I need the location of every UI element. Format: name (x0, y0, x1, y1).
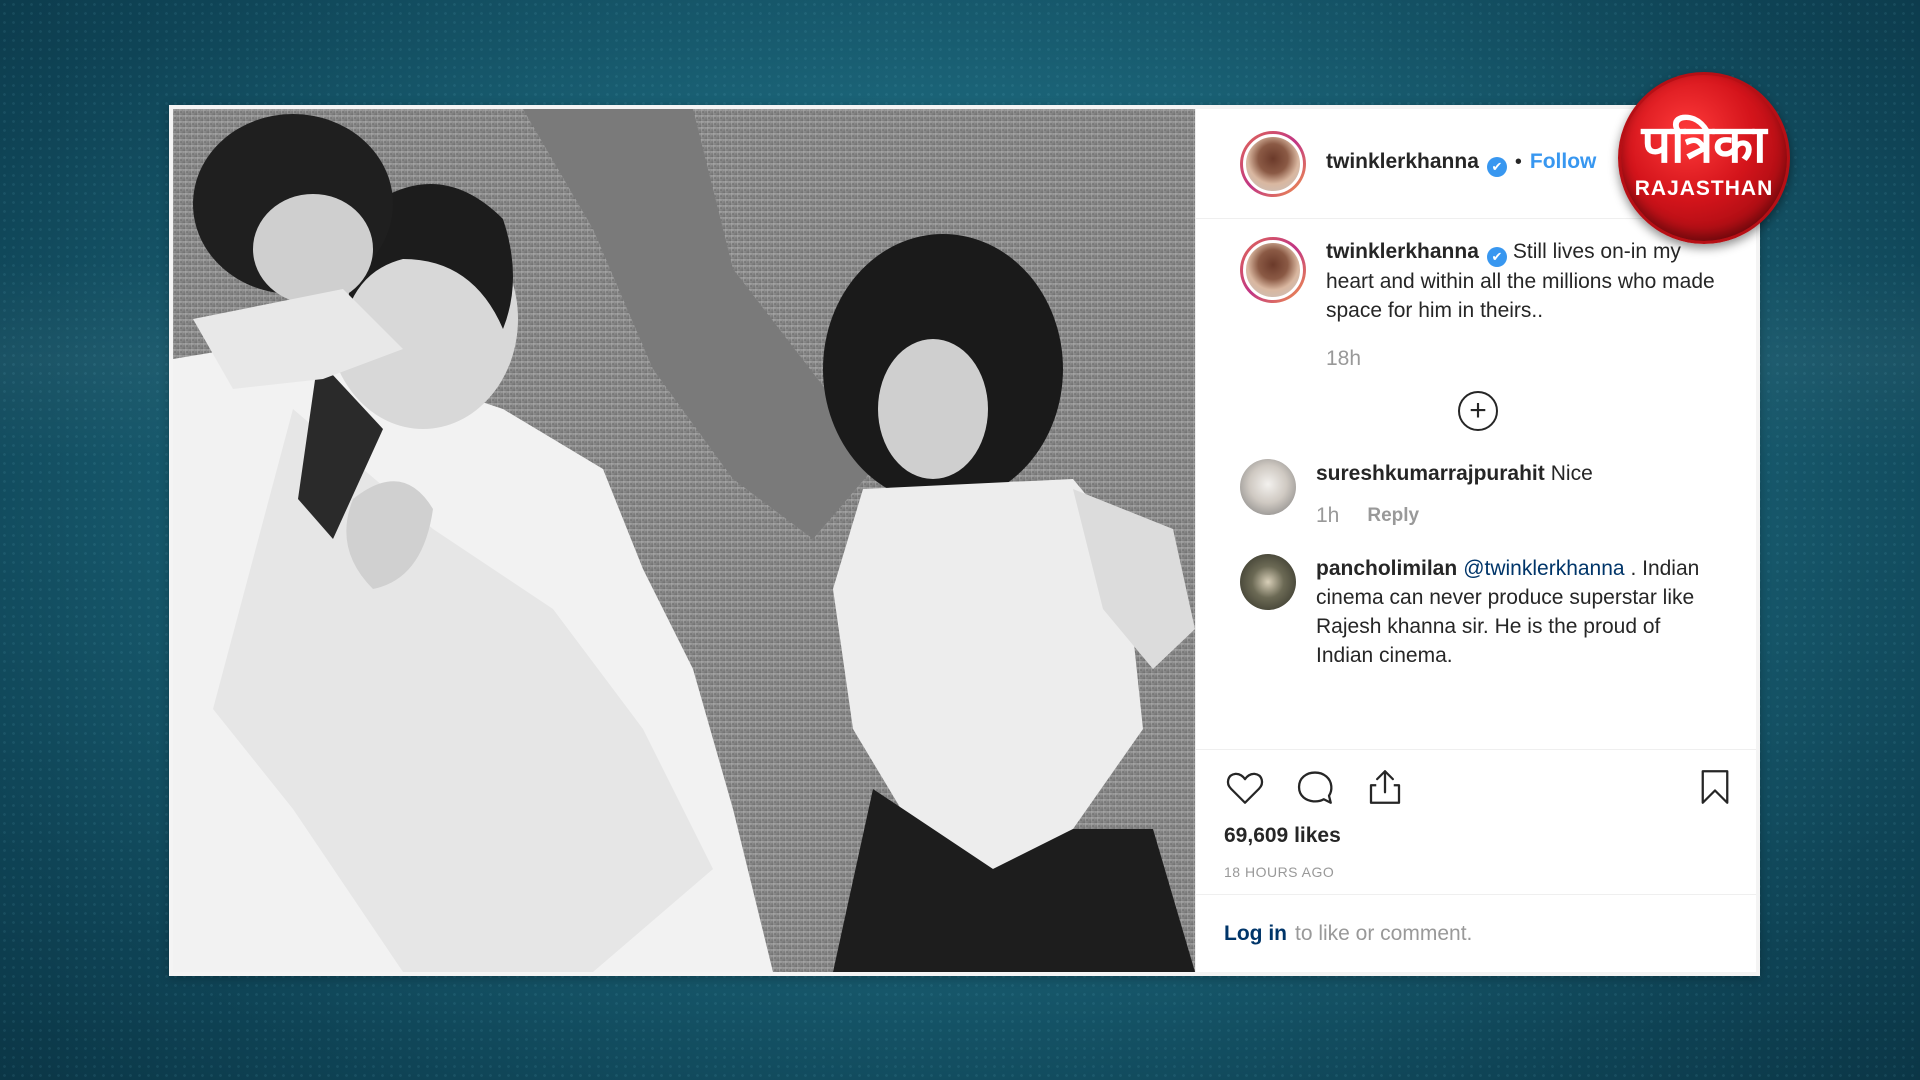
login-link[interactable]: Log in (1224, 922, 1287, 946)
follow-button[interactable]: Follow (1530, 150, 1597, 173)
verified-badge-icon: ✔ (1486, 157, 1507, 177)
commenter-avatar[interactable] (1240, 459, 1296, 515)
comment-username[interactable]: sureshkumarrajpurahit (1316, 462, 1545, 485)
author-username[interactable]: twinklerkhanna (1326, 150, 1479, 173)
separator-dot: • (1514, 151, 1522, 173)
post-actions: 69,609 likes 18 HOURS AGO (1196, 749, 1756, 880)
comment-username[interactable]: pancholimilan (1316, 557, 1457, 580)
caption-author-avatar[interactable] (1240, 237, 1306, 303)
post-sidebar: twinklerkhanna ✔ • Follow twinklerkhanna ✔ St… (1195, 109, 1756, 972)
reply-button[interactable]: Reply (1367, 505, 1419, 527)
author-avatar[interactable] (1240, 130, 1306, 197)
instagram-post-card: twinklerkhanna ✔ • Follow twinklerkhanna ✔ St… (169, 105, 1760, 976)
plus-circle-icon[interactable]: + (1458, 391, 1498, 431)
post-timestamp: 18 HOURS AGO (1224, 864, 1335, 880)
caption-username[interactable]: twinklerkhanna (1326, 240, 1479, 263)
comment-item: pancholimilan @twinklerkhanna . Indian ci… (1240, 554, 1716, 670)
comment-text-block: sureshkumarrajpurahit Nice (1316, 459, 1593, 488)
login-prompt-text: to like or comment. (1294, 921, 1473, 945)
comments-section: twinklerkhanna ✔ Still lives on-in my hear… (1196, 219, 1756, 670)
caption: twinklerkhanna ✔ Still lives on-in my hear… (1240, 237, 1716, 371)
commenter-avatar[interactable] (1240, 554, 1296, 610)
comment-text-block: pancholimilan @twinklerkhanna . Indian ci… (1316, 554, 1716, 670)
caption-text-block: twinklerkhanna ✔ Still lives on-in my hear… (1326, 237, 1716, 325)
comment-icon[interactable] (1294, 766, 1336, 808)
share-icon[interactable] (1364, 766, 1406, 808)
logo-latin-text: RAJASTHAN (1634, 177, 1774, 200)
logo-hindi-text: पत्रिका (1641, 115, 1767, 175)
post-photo-image (173, 109, 1195, 972)
likes-count[interactable]: 69,609 likes (1224, 824, 1736, 848)
comment-age[interactable]: 1h (1316, 504, 1339, 528)
comment-text: Nice (1550, 462, 1593, 485)
comment-item: sureshkumarrajpurahit Nice 1h Reply (1240, 459, 1716, 528)
comment-mention-link[interactable]: @twinklerkhanna (1463, 557, 1624, 580)
verified-badge-icon: ✔ (1486, 247, 1507, 267)
patrika-rajasthan-logo: पत्रिका RAJASTHAN (1618, 72, 1790, 244)
load-more-comments: + (1240, 391, 1716, 431)
comment-meta: 1h Reply (1316, 504, 1593, 528)
post-photo (173, 109, 1195, 972)
caption-age[interactable]: 18h (1326, 347, 1361, 371)
caption-meta: 18h (1326, 347, 1716, 371)
bookmark-icon[interactable] (1694, 766, 1736, 808)
action-icons (1224, 766, 1736, 808)
login-prompt: Log in to like or comment. (1196, 894, 1756, 972)
heart-icon[interactable] (1224, 766, 1266, 808)
